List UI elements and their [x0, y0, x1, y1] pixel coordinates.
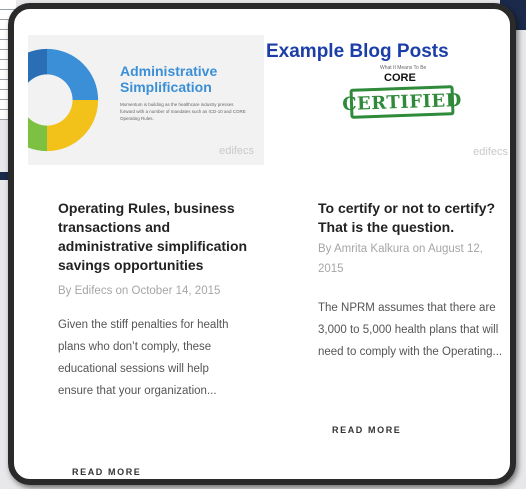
edifecs-logo: edifecs — [219, 145, 254, 157]
thumbnail-body: Momentum is building as the healthcare i… — [120, 102, 246, 121]
puzzle-ring-icon — [28, 48, 99, 152]
read-more-button-1[interactable]: READ MORE — [72, 467, 141, 477]
post-title-1[interactable]: Operating Rules, business transactions a… — [58, 199, 248, 275]
thumbnail-title-line: Administrative — [120, 63, 218, 79]
post-title-2[interactable]: To certify or not to certify? That is th… — [318, 199, 504, 237]
post-thumbnail-2[interactable]: What It Means To Be CORE CERTIFIED edife… — [284, 59, 510, 164]
edifecs-logo: edifecs — [473, 146, 508, 158]
read-more-button-2[interactable]: READ MORE — [332, 425, 401, 435]
thumbnail-title-line: Simplification — [120, 79, 212, 95]
post-thumbnail-1[interactable]: Administrative Simplification Momentum i… — [28, 35, 264, 165]
post-meta-1: By Edifecs on October 14, 2015 — [58, 285, 221, 297]
thumbnail-core-label: CORE — [384, 72, 416, 84]
certified-stamp: CERTIFIED — [342, 85, 462, 119]
post-excerpt-1: Given the stiff penalties for health pla… — [58, 319, 229, 397]
thumbnail-caption: What It Means To Be — [380, 65, 427, 71]
blog-frame: Example Blog Posts Administrative Simpli… — [8, 3, 516, 485]
post-excerpt-2: The NPRM assumes that there are 3,000 to… — [318, 302, 503, 358]
thumbnail-title: Administrative Simplification — [120, 63, 217, 95]
post-meta-2: By Amrita Kalkura on August 12, 2015 — [318, 243, 483, 275]
